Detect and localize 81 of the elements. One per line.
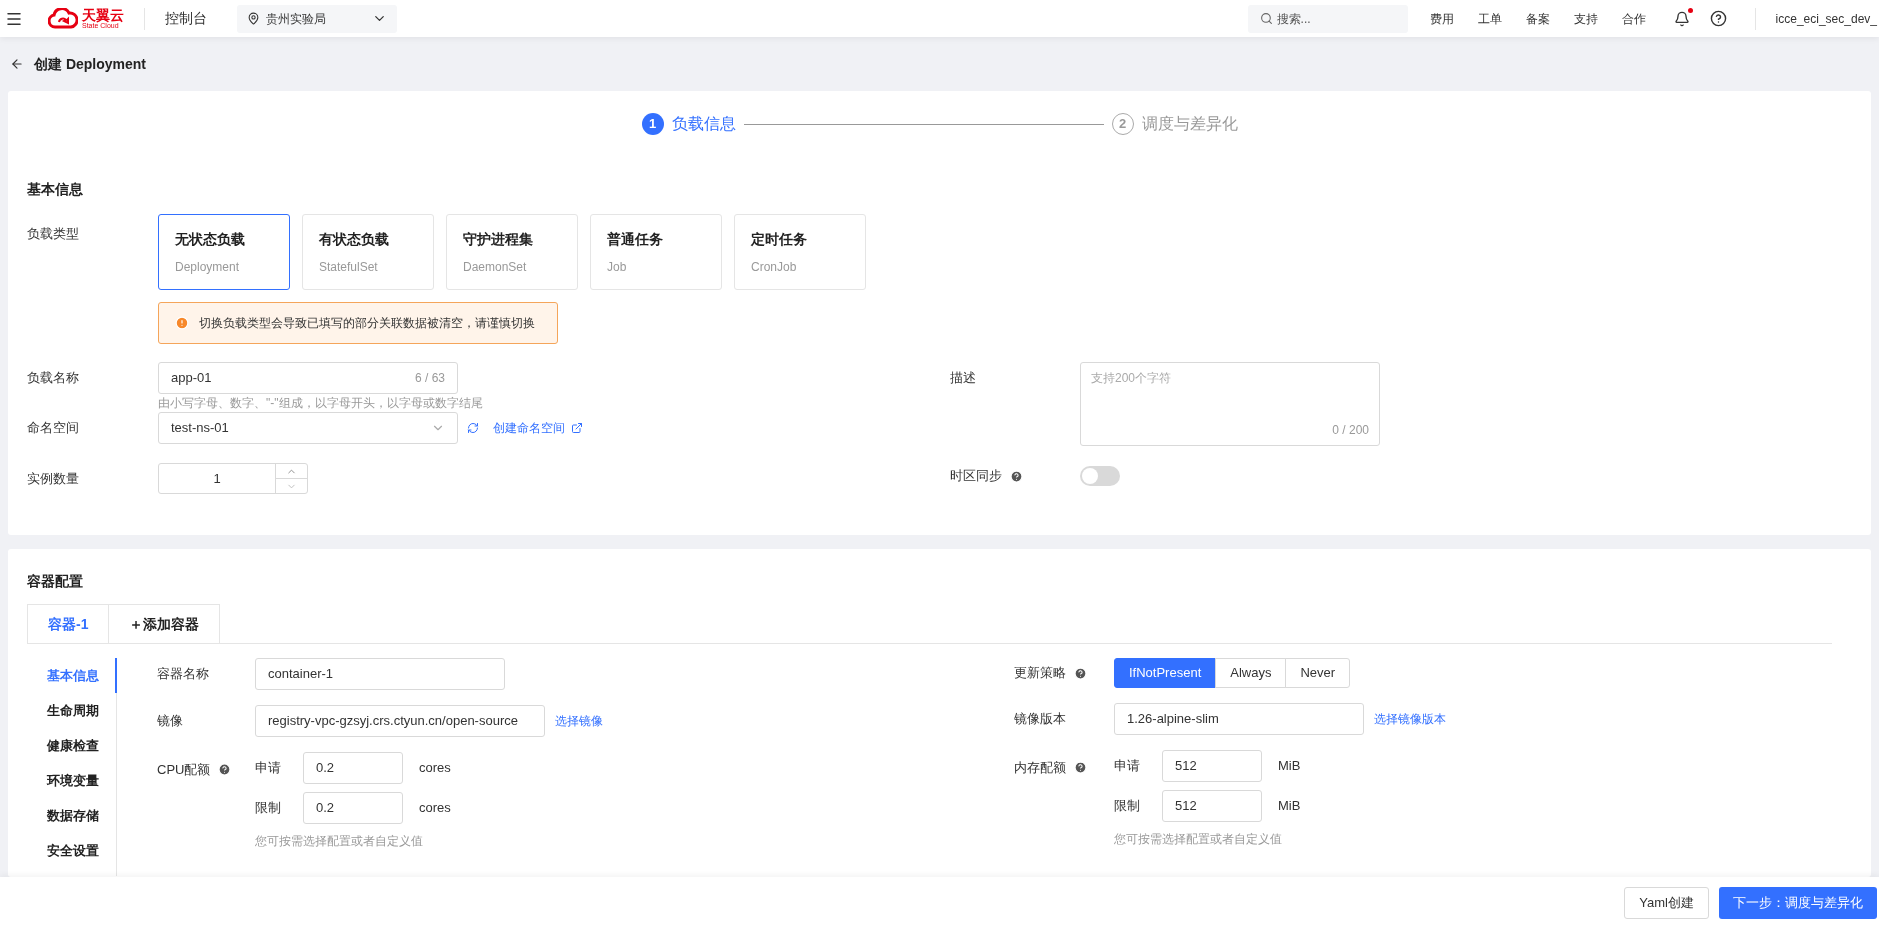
region-selector[interactable]: 贵州实验局 [237,4,397,33]
field-label: 命名空间 [27,419,79,438]
nav-link[interactable]: 合作 [1621,9,1646,28]
step-indicator: 2 调度与差异化 [1111,112,1238,136]
field-label: 更新策略 [1014,664,1066,683]
field-label: 描述 [950,369,976,387]
field-label: 负载类型 [27,225,79,243]
field-label: 镜像 [157,712,183,731]
nav-link[interactable]: 备案 [1525,9,1550,28]
workload-type-card[interactable]: 定时任务 CronJob [734,214,866,290]
select-version-link[interactable]: 选择镜像版本 [1374,710,1446,728]
console-link[interactable]: 控制台 [165,8,207,29]
user-name[interactable]: icce_eci_sec_dev_ [1775,9,1879,28]
container-name-input[interactable]: container-1 [255,658,505,690]
container-tab[interactable]: ＋添加容器 [108,604,221,643]
field-label: 内存配额 [1014,759,1066,777]
section-title: 容器配置 [27,572,84,591]
workload-type-card[interactable]: 守护进程集 DaemonSet [446,214,578,290]
char-counter: 6 / 63 [414,370,445,387]
location-pin-icon [247,12,260,25]
page-title: 创建 Deployment [34,54,146,74]
pull-policy-option[interactable]: Never [1285,658,1351,688]
nav-link[interactable]: 费用 [1429,9,1454,28]
search-icon [1259,12,1273,25]
unit-label: MiB [1278,757,1301,776]
field-label: 时区同步 [950,467,1002,486]
field-label: 申请 [1114,757,1141,776]
quota-input[interactable]: 512 [1162,750,1262,782]
hint-text: 您可按需选择配置或者自定义值 [255,833,424,850]
unit-label: cores [419,759,451,778]
warning-icon [175,316,189,330]
pull-policy-option[interactable]: Always [1215,658,1287,688]
field-label: 镜像版本 [1014,710,1066,729]
image-version-input[interactable]: 1.26-alpine-slim [1114,703,1364,735]
logo-text: 天翼云 [82,8,124,22]
create-namespace-link[interactable]: 创建命名空间 [493,419,565,437]
container-tab[interactable]: 容器-1 [27,604,110,643]
unit-label: MiB [1278,797,1301,816]
side-nav-item[interactable]: 安全设置 [27,833,117,868]
quota-input[interactable]: 0.2 [303,792,403,824]
field-label: 容器名称 [157,665,209,684]
side-nav-item[interactable]: 生命周期 [27,693,117,728]
field-label: 申请 [255,759,282,778]
external-link-icon[interactable] [571,422,583,434]
search-field[interactable]: 搜索... [1247,4,1408,33]
section-title: 基本信息 [27,180,84,199]
workload-name-input[interactable]: app-01 6 / 63 [158,362,458,394]
char-counter: 0 / 200 [1332,422,1369,439]
step-indicator: 1 负载信息 [641,112,736,136]
nav-link[interactable]: 工单 [1477,9,1502,28]
field-label: CPU配额 [157,761,211,779]
notification-bell-icon[interactable] [1673,9,1690,28]
image-input[interactable]: registry-vpc-gzsyj.crs.ctyun.cn/open-source [255,705,545,737]
select-image-link[interactable]: 选择镜像 [555,712,603,730]
hint-text: 由小写字母、数字、"-"组成，以字母开头，以字母或数字结尾 [158,395,483,412]
unit-label: cores [419,799,451,818]
quota-input[interactable]: 0.2 [303,752,403,784]
field-label: 限制 [255,799,282,818]
workload-type-card[interactable]: 无状态负载 Deployment [158,214,290,290]
side-nav-item[interactable]: 环境变量 [27,763,117,798]
field-label: 限制 [1114,797,1141,816]
next-step-button[interactable]: 下一步：调度与差异化 [1719,887,1877,919]
warning-text: 切换负载类型会导致已填写的部分关联数据被清空，请谨慎切换 [199,315,535,332]
yaml-create-button[interactable]: Yaml创建 [1624,887,1709,919]
nav-link[interactable]: 支持 [1573,9,1598,28]
cloud-logo-icon [48,7,78,30]
field-label: 负载名称 [27,369,79,387]
toggle-switch[interactable] [1080,466,1120,486]
pull-policy-option[interactable]: IfNotPresent [1114,658,1217,688]
workload-type-card[interactable]: 有状态负载 StatefulSet [302,214,434,290]
side-nav-item[interactable]: 健康检查 [27,728,117,763]
field-label: 实例数量 [27,469,79,488]
back-arrow-icon[interactable] [10,57,24,71]
workload-type-card[interactable]: 普通任务 Job [590,214,722,290]
side-nav-item[interactable]: 数据存储 [27,798,117,833]
help-icon[interactable] [1709,10,1727,27]
quota-input[interactable]: 512 [1162,790,1262,822]
refresh-icon[interactable] [467,422,479,434]
hint-text: 您可按需选择配置或者自定义值 [1114,831,1283,848]
side-nav-item[interactable]: 基本信息 [27,658,117,693]
namespace-select[interactable]: test-ns-01 [158,412,458,444]
